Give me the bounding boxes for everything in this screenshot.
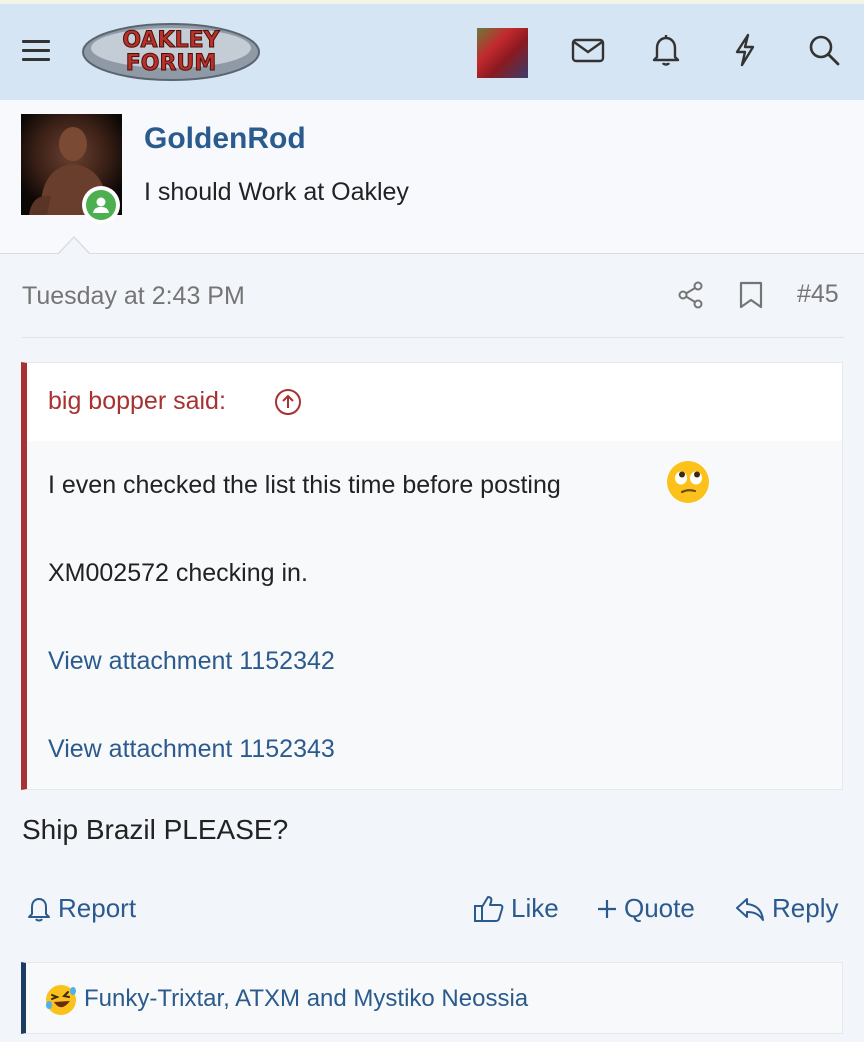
author-title: I should Work at Oakley: [144, 178, 409, 206]
like-button[interactable]: Like: [473, 893, 559, 924]
post-message: Ship Brazil PLEASE?: [22, 814, 289, 845]
quote-text-line: I even checked the list this time before…: [48, 471, 561, 499]
reactions-bar: Funky-Trixtar, ATXM and Mystiko Neossia: [21, 962, 843, 1034]
post-date[interactable]: Tuesday at 2:43 PM: [22, 282, 245, 311]
bell-icon[interactable]: [648, 32, 684, 68]
search-icon[interactable]: [806, 32, 842, 68]
plus-icon: [598, 899, 616, 918]
lightning-icon[interactable]: [727, 32, 763, 68]
report-button[interactable]: Report: [26, 893, 136, 924]
laughing-emoji-icon: [44, 983, 78, 1017]
go-to-original-icon[interactable]: [273, 387, 303, 417]
attachment-link[interactable]: View attachment 1152343: [48, 735, 335, 764]
online-status-badge: [82, 186, 120, 224]
author-username[interactable]: GoldenRod: [144, 122, 306, 156]
eye-roll-emoji-icon: [665, 459, 711, 505]
bell-icon: [28, 897, 50, 921]
share-icon[interactable]: [676, 280, 706, 310]
divider: [22, 337, 844, 338]
menu-icon[interactable]: [22, 40, 50, 62]
post-number[interactable]: #45: [797, 280, 839, 309]
user-avatar[interactable]: [477, 28, 528, 78]
reaction-users[interactable]: Funky-Trixtar, ATXM and Mystiko Neossia: [84, 985, 528, 1013]
site-header: OAKLEY FORUM: [0, 0, 864, 100]
quote-header: big bopper said:: [27, 363, 842, 441]
thumbs-up-icon: [474, 895, 504, 922]
quote-author[interactable]: big bopper said:: [48, 387, 226, 416]
like-label: Like: [511, 893, 559, 923]
logo-text-line1: OAKLEY: [122, 28, 220, 53]
report-label: Report: [58, 893, 137, 923]
site-logo[interactable]: OAKLEY FORUM: [80, 18, 262, 86]
quote-button[interactable]: Quote: [596, 893, 695, 924]
quote-block: big bopper said: I even checked the list…: [21, 362, 843, 790]
post-author-block: GoldenRod I should Work at Oakley: [0, 100, 864, 254]
reply-button[interactable]: Reply: [734, 893, 838, 924]
envelope-icon[interactable]: [570, 32, 606, 68]
quote-text-line: XM002572 checking in.: [48, 559, 308, 587]
attachment-link[interactable]: View attachment 1152342: [48, 647, 335, 676]
reply-label: Reply: [772, 893, 839, 923]
quote-label: Quote: [624, 893, 695, 923]
logo-text-line2: FORUM: [126, 51, 216, 76]
bookmark-icon[interactable]: [736, 280, 766, 310]
reply-icon: [736, 897, 764, 921]
